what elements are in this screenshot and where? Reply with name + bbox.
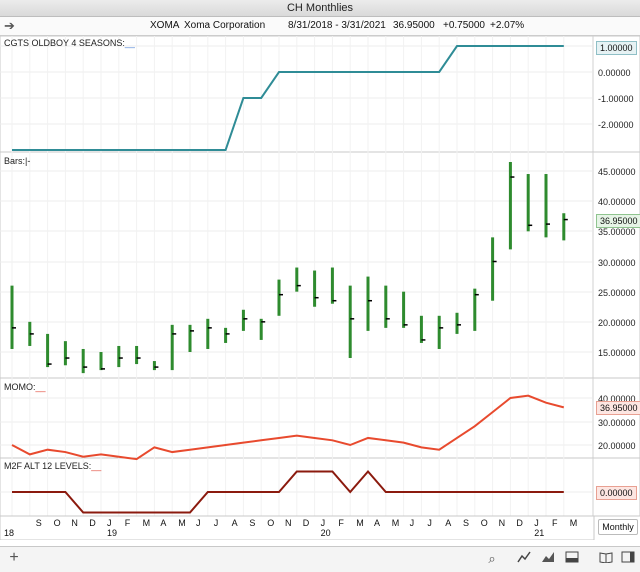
- bars-current-value: 36.95000: [596, 214, 640, 228]
- bars-tick: 15.00000: [598, 348, 636, 358]
- month-label: M: [391, 518, 400, 528]
- month-label: F: [338, 518, 344, 528]
- m2f-current-value: 0.00000: [596, 486, 637, 500]
- bars-tick: 30.00000: [598, 258, 636, 268]
- bars-tick: 40.00000: [598, 197, 636, 207]
- month-label: J: [320, 518, 326, 528]
- month-label: O: [480, 518, 488, 528]
- month-label: J: [427, 518, 432, 528]
- month-label: S: [249, 518, 256, 528]
- month-label: A: [231, 518, 238, 528]
- month-label: M: [356, 518, 364, 528]
- month-label: S: [463, 518, 470, 528]
- month-label: J: [409, 518, 415, 528]
- bottom-toolbar: + ⌕: [0, 546, 640, 572]
- m2f-pane-label: M2F ALT 12 LEVELS:__: [4, 461, 102, 471]
- year-label: 21: [534, 528, 545, 538]
- price-change-pct: +2.07%: [490, 20, 525, 31]
- month-label: S: [35, 518, 42, 528]
- symbol-ticker: XOMA: [150, 20, 180, 31]
- pane-frame: [0, 151, 640, 379]
- seasons-tick: -2.00000: [598, 120, 634, 130]
- plus-icon[interactable]: +: [6, 549, 22, 567]
- price-change: +0.75000: [443, 20, 485, 31]
- date-range: 8/31/2018 - 3/31/2021: [288, 20, 386, 31]
- month-label: J: [107, 518, 112, 528]
- month-label: M: [142, 518, 151, 528]
- company-name: Xoma Corporation: [184, 20, 266, 31]
- fill-chart-icon[interactable]: [540, 551, 556, 566]
- search-icon[interactable]: ⌕: [484, 551, 500, 567]
- month-label: F: [124, 518, 131, 528]
- pane-frame: [0, 36, 640, 153]
- seasons-current-value: 1.00000: [596, 41, 637, 55]
- month-label: A: [160, 518, 167, 528]
- month-label: D: [516, 518, 523, 528]
- seasons-tick: -1.00000: [598, 94, 634, 104]
- momo-current-value: 36.95000: [596, 401, 640, 415]
- sidebar-icon[interactable]: [620, 551, 636, 566]
- panel-icon[interactable]: [564, 551, 580, 566]
- seasons-pane-label: CGTS OLDBOY 4 SEASONS:__: [4, 38, 135, 48]
- year-label: 19: [107, 528, 118, 538]
- month-label: J: [213, 518, 219, 528]
- bars-tick: 45.00000: [598, 167, 636, 177]
- month-label: D: [89, 518, 96, 528]
- bars-pane-label: Bars:|-: [4, 156, 31, 166]
- momo-pane-label: MOMO:__: [4, 382, 46, 392]
- bars-tick: 25.00000: [598, 288, 636, 298]
- period-selector[interactable]: Monthly: [598, 519, 638, 535]
- month-label: A: [445, 518, 452, 528]
- month-label: J: [534, 518, 539, 528]
- month-label: O: [267, 518, 275, 528]
- month-label: M: [569, 518, 578, 528]
- line-chart-icon[interactable]: [516, 551, 532, 566]
- month-label: F: [552, 518, 558, 528]
- seasons-tick: 0.00000: [598, 68, 631, 78]
- last-price: 36.95000: [393, 20, 435, 31]
- month-label: N: [71, 518, 78, 528]
- year-label: 20: [320, 528, 331, 538]
- momo-tick: 20.00000: [598, 441, 636, 451]
- month-label: N: [285, 518, 292, 528]
- month-label: D: [302, 518, 310, 528]
- symbol-header: ➔ XOMA Xoma Corporation 8/31/2018 - 3/31…: [0, 17, 640, 36]
- month-label: J: [196, 518, 201, 528]
- bars-tick: 35.00000: [598, 227, 636, 237]
- month-label: M: [178, 518, 186, 528]
- year-label: 18: [4, 528, 15, 538]
- month-label: A: [374, 518, 381, 528]
- chart-window: CH Monthlies ➔ XOMA Xoma Corporation 8/3…: [0, 0, 640, 572]
- arrow-right-icon[interactable]: ➔: [4, 17, 15, 35]
- pane-frame: [0, 377, 640, 459]
- month-label: N: [498, 518, 506, 528]
- window-title: CH Monthlies: [0, 0, 640, 17]
- month-label: O: [53, 518, 61, 528]
- book-icon[interactable]: [598, 551, 614, 566]
- momo-tick: 30.00000: [598, 418, 636, 428]
- bars-tick: 20.00000: [598, 318, 636, 328]
